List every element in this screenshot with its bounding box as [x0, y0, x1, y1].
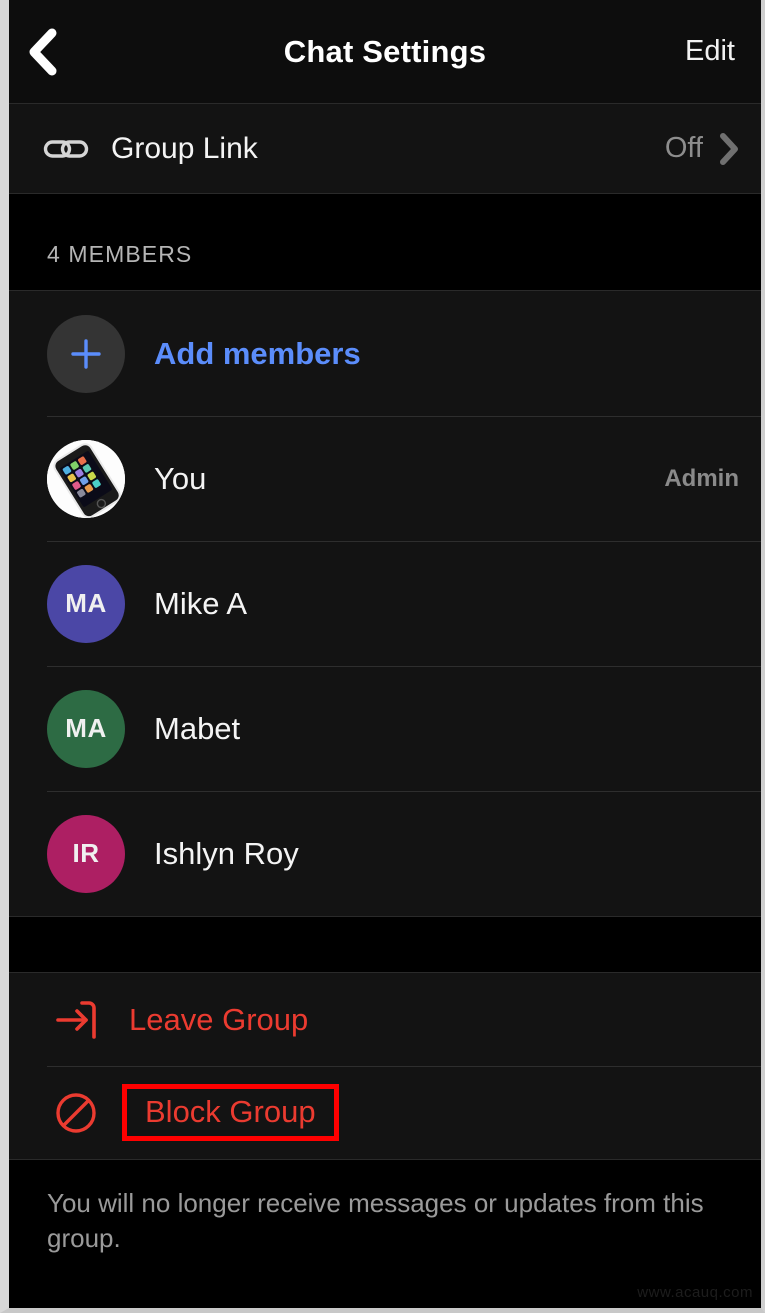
chevron-left-icon [29, 28, 57, 75]
member-name: Ishlyn Roy [154, 835, 299, 871]
member-name: You [154, 460, 207, 496]
watermark: www.acauq.com [637, 1284, 753, 1301]
add-members-label: Add members [154, 335, 361, 371]
members-section-header: 4 MEMBERS [9, 194, 761, 290]
member-name: Mike A [154, 585, 248, 621]
avatar: IR [47, 814, 125, 893]
back-button[interactable] [27, 24, 73, 80]
members-section: Add members You Admin MA Mike A MA Mabet… [9, 290, 761, 917]
page-title: Chat Settings [283, 33, 487, 69]
member-role-badge: Admin [664, 464, 739, 492]
avatar: MA [47, 564, 125, 643]
block-circle-slash-icon [47, 1089, 105, 1137]
block-group-label: Block Group [122, 1084, 339, 1141]
navigation-bar: Chat Settings Edit [9, 0, 761, 103]
add-members-row[interactable]: Add members [9, 291, 761, 416]
section-gap [9, 917, 761, 972]
avatar [47, 439, 125, 518]
member-row-ishlyn-roy[interactable]: IR Ishlyn Roy [9, 791, 761, 916]
chevron-right-icon [719, 132, 739, 166]
footer-note: You will no longer receive messages or u… [47, 1188, 704, 1253]
link-icon [43, 134, 97, 164]
member-row-mabet[interactable]: MA Mabet [9, 666, 761, 791]
members-count-label: 4 MEMBERS [47, 241, 193, 267]
footer-note-section: You will no longer receive messages or u… [9, 1160, 761, 1256]
avatar-initials: IR [72, 838, 100, 868]
leave-group-row[interactable]: Leave Group [9, 973, 761, 1066]
group-link-value: Off [664, 132, 703, 164]
avatar-initials: MA [65, 713, 107, 743]
member-row-you[interactable]: You Admin [9, 416, 761, 541]
danger-actions-section: Leave Group Block Group [9, 972, 761, 1160]
leave-group-label: Leave Group [129, 1001, 309, 1037]
group-link-section: Group Link Off [9, 103, 761, 194]
edit-button[interactable]: Edit [685, 35, 735, 68]
avatar: MA [47, 689, 125, 768]
member-row-mike-a[interactable]: MA Mike A [9, 541, 761, 666]
exit-door-icon [47, 996, 105, 1044]
member-name: Mabet [154, 710, 241, 746]
group-link-row[interactable]: Group Link Off [9, 104, 761, 193]
chat-settings-screen: Chat Settings Edit Group Link Off 4 MEMB… [0, 0, 765, 1313]
avatar-initials: MA [65, 588, 107, 618]
block-group-row[interactable]: Block Group [9, 1066, 761, 1159]
phone-photo-icon [47, 439, 125, 518]
plus-icon [47, 314, 125, 393]
group-link-label: Group Link [111, 131, 258, 165]
